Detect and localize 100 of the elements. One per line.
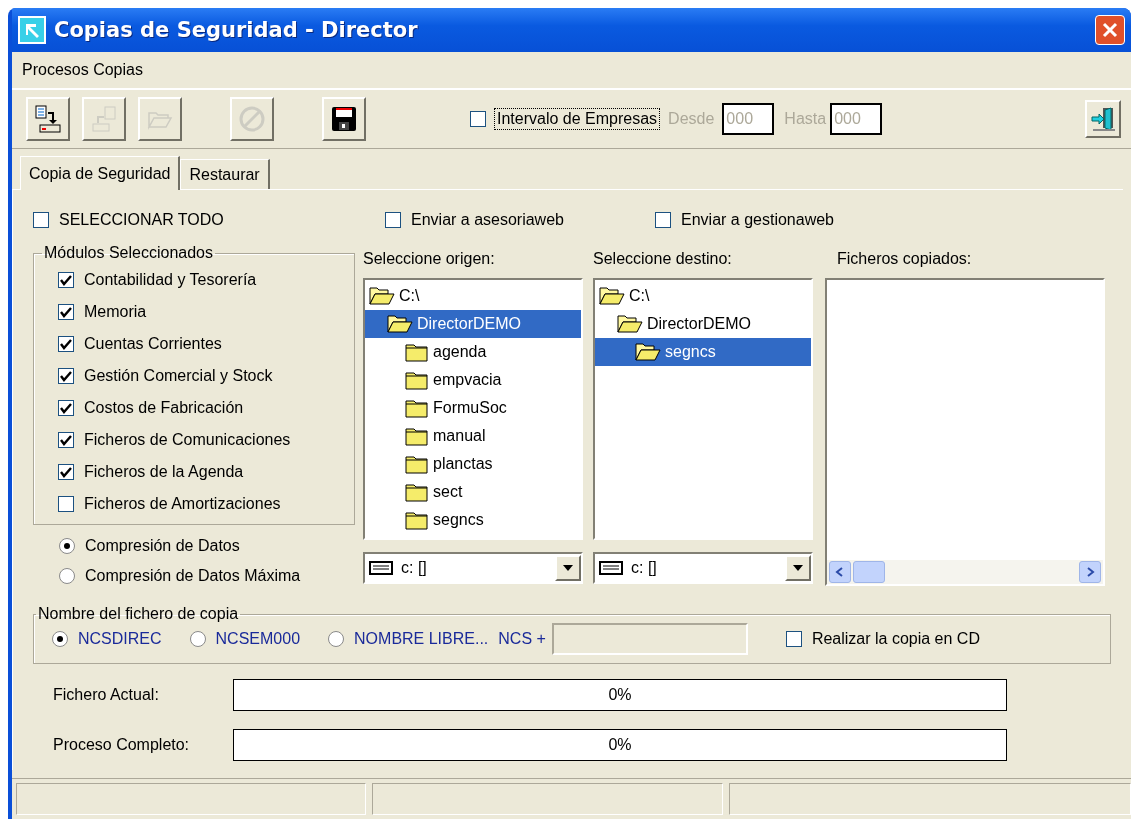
folder-icon <box>405 454 429 474</box>
field-label: Hasta <box>784 110 827 128</box>
caret-icon <box>793 563 803 573</box>
folder-item[interactable]: manual <box>365 422 581 450</box>
toolbar-button[interactable] <box>322 97 366 141</box>
restore-icon <box>90 105 118 133</box>
horizontal-scrollbar[interactable] <box>827 560 1103 584</box>
folder-item[interactable]: segncs <box>365 506 581 534</box>
open-folder-icon <box>635 342 661 362</box>
checkbox-label: Enviar a asesoriaweb <box>411 211 564 229</box>
close-button[interactable] <box>1095 15 1125 45</box>
column-label: Seleccione destino: <box>593 249 733 269</box>
field-label: Desde <box>668 110 715 128</box>
no-sign-icon <box>238 105 266 133</box>
folder-item[interactable]: FormuSoc <box>365 394 581 422</box>
window-title: Copias de Seguridad - Director <box>54 18 419 42</box>
dropdown-value: c: [] <box>631 559 658 577</box>
checkbox-label: Costos de Fabricación <box>84 399 244 417</box>
folder-icon <box>405 482 429 502</box>
checkbox-label: Realizar la copia en CD <box>811 630 980 648</box>
caret-icon <box>1085 567 1095 577</box>
column-label: Ficheros copiados: <box>836 249 973 269</box>
folder-item[interactable]: agenda <box>365 338 581 366</box>
folder-item[interactable]: planctas <box>365 450 581 478</box>
drive-dropdown[interactable]: c: [] <box>593 552 813 584</box>
checkbox[interactable] <box>58 272 74 288</box>
radio-label: NCSDIREC <box>78 630 162 648</box>
checkbox[interactable] <box>58 336 74 352</box>
folder-icon <box>405 398 429 418</box>
checkbox[interactable] <box>655 212 671 228</box>
dropdown-button[interactable] <box>555 555 581 581</box>
checkbox[interactable] <box>470 111 486 127</box>
checkbox[interactable] <box>385 212 401 228</box>
checkbox-label: Ficheros de Amortizaciones <box>84 495 281 513</box>
checkbox[interactable] <box>58 368 74 384</box>
checkbox[interactable] <box>58 400 74 416</box>
radio-button[interactable] <box>59 538 75 554</box>
folder-icon <box>405 426 429 446</box>
folder-item[interactable]: C:\ <box>365 282 581 310</box>
caret-icon <box>835 567 845 577</box>
checkbox-label: Contabilidad y Tesorería <box>84 271 257 289</box>
radio-button[interactable] <box>189 631 206 647</box>
checkbox[interactable] <box>58 496 74 512</box>
progress-label: Fichero Actual: <box>53 686 160 704</box>
progress-reading: 0% <box>608 736 632 754</box>
radio-label: NCSEM000 <box>215 630 301 648</box>
radio-label: Compresión de Datos <box>85 537 240 555</box>
checkbox[interactable] <box>58 304 74 320</box>
tab[interactable]: Restaurar <box>180 159 270 189</box>
column-label: Seleccione origen: <box>363 249 496 269</box>
open-folder-icon <box>369 286 395 306</box>
folder-item[interactable]: empvacia <box>365 366 581 394</box>
group-title: Módulos Seleccionados <box>43 244 214 262</box>
folder-item[interactable]: DirectorDEMO <box>595 310 811 338</box>
dropdown-value: c: [] <box>401 559 428 577</box>
checkbox-label: Cuentas Corrientes <box>84 335 222 353</box>
menu-item[interactable]: Procesos Copias <box>22 61 143 79</box>
radio-label: NOMBRE LIBRE... <box>354 630 489 648</box>
folder-icon <box>405 370 429 390</box>
checkbox-label: Memoria <box>84 303 147 321</box>
checkbox-label: SELECCIONAR TODO <box>59 211 224 229</box>
tab[interactable]: Copia de Seguridad <box>20 156 181 190</box>
checkbox-label: Ficheros de Comunicaciones <box>84 431 291 449</box>
folder-item[interactable]: C:\ <box>595 282 811 310</box>
radio-button[interactable] <box>52 631 68 647</box>
checkbox-label: Ficheros de la Agenda <box>84 463 244 481</box>
toolbar-button[interactable] <box>26 97 70 141</box>
progress-reading: 0% <box>608 686 632 704</box>
folder-icon <box>405 342 429 362</box>
door-exit-icon <box>1089 105 1117 133</box>
checkbox[interactable] <box>58 464 74 480</box>
group-title: Nombre del fichero de copia <box>37 605 240 623</box>
folder-item[interactable]: DirectorDEMO <box>365 310 581 338</box>
scroll-thumb[interactable] <box>853 561 885 583</box>
radio-label: Compresión de Datos Máxima <box>85 567 301 585</box>
checkbox[interactable] <box>58 432 74 448</box>
close-icon <box>1102 22 1118 38</box>
progress-label: Proceso Completo: <box>53 736 191 754</box>
open-folder-icon <box>599 286 625 306</box>
caret-icon <box>563 563 573 573</box>
app-icon <box>18 16 46 44</box>
checkbox[interactable] <box>33 212 49 228</box>
folder-icon <box>405 510 429 530</box>
scroll-right-button[interactable] <box>1079 561 1101 583</box>
radio-button[interactable] <box>328 631 345 647</box>
scroll-left-button[interactable] <box>829 561 851 583</box>
drive-dropdown[interactable]: c: [] <box>363 552 583 584</box>
dropdown-button[interactable] <box>785 555 811 581</box>
copy-to-disk-icon <box>34 105 62 133</box>
exit-button[interactable] <box>1085 100 1121 138</box>
radio-button[interactable] <box>59 568 75 584</box>
folder-item[interactable]: segncs <box>595 338 811 366</box>
field-label: NCS + <box>498 630 546 648</box>
checkbox-label: Enviar a gestionaweb <box>681 211 834 229</box>
open-folder-icon <box>617 314 643 334</box>
folder-item[interactable]: sect <box>365 478 581 506</box>
checkbox-label: Gestión Comercial y Stock <box>84 367 273 385</box>
checkbox[interactable] <box>785 631 802 647</box>
open-folder-icon <box>387 314 413 334</box>
drive-icon <box>599 561 623 575</box>
